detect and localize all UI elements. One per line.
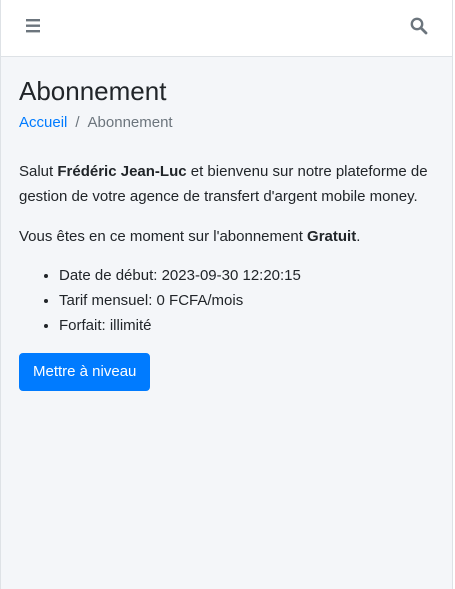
subscription-suffix: . [356,228,361,245]
breadcrumb-separator: / [75,114,80,131]
welcome-message: Salut Frédéric Jean-Luc et bienvenu sur … [19,159,439,209]
search-icon [410,17,428,40]
subscription-details-list: Date de début: 2023-09-30 12:20:15 Tarif… [19,263,439,338]
breadcrumb-current: Abonnement [87,114,173,131]
detail-plan-limit: Forfait: illimité [59,313,439,338]
subscription-message: Vous êtes en ce moment sur l'abonnement … [19,224,439,249]
subscription-plan: Gratuit [307,228,357,245]
welcome-prefix: Salut [19,163,58,180]
app-frame: Abonnement Accueil / Abonnement Salut Fr… [0,0,453,589]
detail-monthly-rate: Tarif mensuel: 0 FCFA/mois [59,288,439,313]
breadcrumb: Accueil / Abonnement [19,112,439,134]
subscription-prefix: Vous êtes en ce moment sur l'abonnement [19,228,308,245]
hamburger-menu-icon [26,18,42,38]
user-name: Frédéric Jean-Luc [57,163,187,180]
menu-toggle-button[interactable] [20,14,48,42]
detail-start-date: Date de début: 2023-09-30 12:20:15 [59,263,439,288]
page-title: Abonnement [19,76,167,106]
breadcrumb-home-link[interactable]: Accueil [19,112,67,134]
main-content: Abonnement Accueil / Abonnement Salut Fr… [19,74,439,391]
search-button[interactable] [405,14,433,42]
upgrade-button[interactable]: Mettre à niveau [19,353,151,391]
top-navbar [1,0,452,57]
